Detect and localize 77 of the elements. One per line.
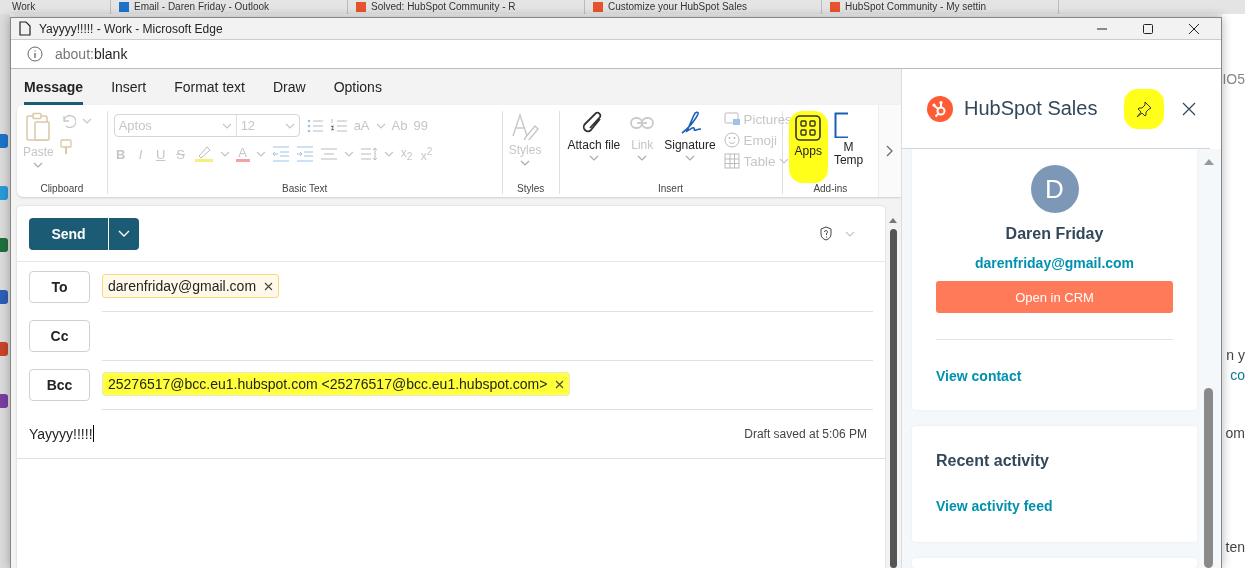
styles-icon: [511, 112, 540, 140]
browser-tab[interactable]: Solved: HubSpot Community - R: [348, 0, 585, 14]
page-text: co: [1230, 366, 1245, 384]
recipient-label-button[interactable]: To: [29, 270, 90, 303]
recipient-chip[interactable]: 25276517@bcc.eu1.hubspot.com <25276517@bcc.eu1.hubspot.com>: [102, 372, 571, 396]
contact-name: Daren Friday: [1005, 225, 1104, 243]
chevron-right-icon[interactable]: [886, 145, 895, 157]
recipient-field[interactable]: darenfriday@gmail.com: [102, 261, 873, 312]
draft-status: Draft saved at 5:06 PM: [744, 426, 867, 441]
signature-button[interactable]: Signature: [662, 111, 718, 183]
close-icon[interactable]: [1188, 22, 1200, 35]
chevron-down-icon[interactable]: [845, 230, 855, 237]
app-icon[interactable]: [0, 134, 8, 148]
subject-field[interactable]: Yayyyy!!!!!: [29, 425, 745, 442]
clipboard-icon: [25, 112, 52, 142]
recipient-label-button[interactable]: Cc: [29, 319, 90, 352]
group-label: Insert: [657, 183, 685, 194]
send-button[interactable]: Send: [29, 217, 108, 250]
pin-icon: [1136, 100, 1152, 117]
close-icon[interactable]: [1182, 101, 1196, 116]
chevron-down-icon[interactable]: [684, 155, 695, 161]
chevron-down-icon[interactable]: [81, 118, 92, 124]
ribbon-tab[interactable]: Options: [333, 69, 382, 105]
activity-feed-link[interactable]: View activity feed: [936, 498, 1053, 514]
maximize-icon[interactable]: [1142, 22, 1154, 35]
app-icon[interactable]: [0, 290, 8, 304]
browser-tab[interactable]: HubSpot Community - My settin: [822, 0, 1059, 14]
app-icon[interactable]: [0, 394, 8, 408]
send-options-button[interactable]: [108, 217, 139, 250]
pin-button[interactable]: [1124, 88, 1164, 129]
sprocket-logo-icon: [926, 94, 954, 123]
apps-grid-icon: [795, 115, 822, 141]
document-icon: [19, 21, 31, 36]
view-contact-link[interactable]: View contact: [936, 368, 1022, 384]
page-text: IO5: [1222, 70, 1245, 88]
format-painter-icon[interactable]: [59, 139, 72, 155]
window-title: Yayyyy!!!!! - Work - Microsoft Edge: [39, 21, 223, 36]
app-icon[interactable]: [0, 342, 8, 356]
address-field[interactable]: about:blank: [55, 46, 128, 62]
smiley-icon: [723, 132, 740, 148]
email-link[interactable]: darenfriday@gmail.com: [974, 255, 1135, 271]
attach-file-button[interactable]: Attach file: [565, 111, 623, 183]
panel-title: HubSpot Sales: [964, 97, 1098, 120]
picture-icon: [723, 111, 740, 127]
close-icon[interactable]: [555, 379, 565, 389]
recipient-field[interactable]: 25276517@bcc.eu1.hubspot.com <25276517@bcc.eu1.hubspot.com>: [102, 359, 873, 410]
recipient-label-button[interactable]: Bcc: [29, 368, 90, 401]
document-icon: [833, 112, 848, 138]
close-icon[interactable]: [264, 281, 274, 291]
scrollbar-thumb[interactable]: [889, 229, 897, 568]
scroll-up-icon[interactable]: [1203, 159, 1214, 165]
group-label: Add-ins: [812, 183, 849, 194]
app-icon[interactable]: [0, 186, 8, 200]
table-icon: [723, 153, 740, 169]
avatar: D: [1030, 165, 1079, 213]
info-icon: [27, 46, 43, 62]
chevron-down-icon[interactable]: [588, 155, 599, 161]
group-label: Basic Text: [281, 183, 329, 194]
ribbon-tab[interactable]: Insert: [111, 69, 147, 105]
page-text: ten: [1225, 538, 1245, 556]
templates-button[interactable]: M Temp: [833, 111, 868, 183]
section-title: Recent activity: [936, 452, 1050, 470]
app-icon[interactable]: [0, 238, 8, 252]
scroll-up-icon[interactable]: [889, 218, 897, 223]
page-text: n y: [1226, 346, 1245, 364]
scrollbar-thumb[interactable]: [1204, 388, 1213, 568]
shield-icon[interactable]: [819, 226, 833, 241]
recipient-chip[interactable]: darenfriday@gmail.com: [102, 274, 280, 298]
ribbon-tab[interactable]: Draw: [272, 69, 306, 105]
browser-tab[interactable]: Customize your HubSpot Sales: [585, 0, 822, 14]
page-text: om: [1225, 424, 1245, 442]
ribbon-tab[interactable]: Format text: [174, 69, 245, 105]
group-label: Styles: [516, 183, 546, 194]
chevron-down-icon: [118, 230, 130, 237]
apps-button[interactable]: Apps: [788, 111, 828, 183]
group-label: Clipboard: [39, 183, 85, 194]
browser-tab[interactable]: Email - Daren Friday - Outlook: [111, 0, 348, 14]
